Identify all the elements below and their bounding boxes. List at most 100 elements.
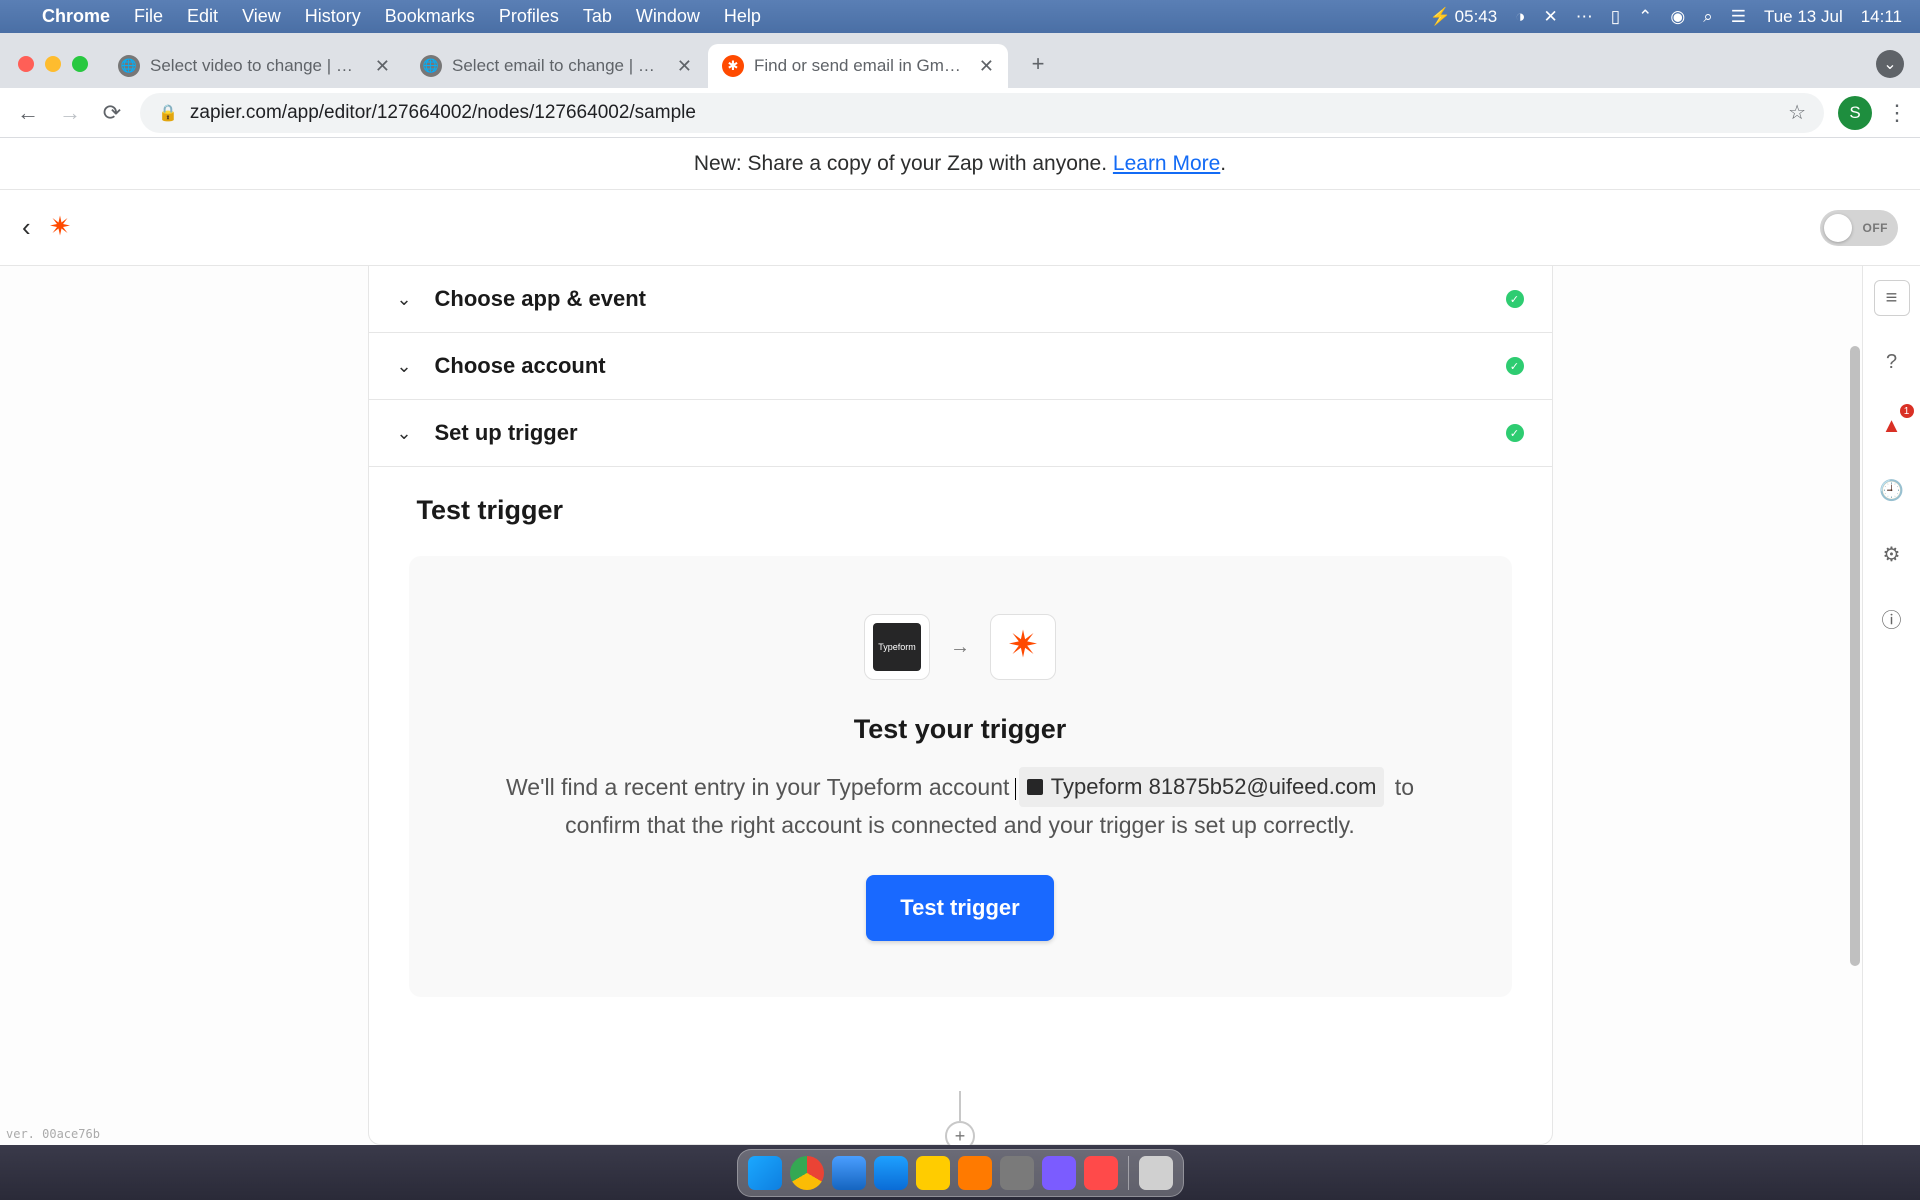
add-step-connector: + [945,1091,975,1145]
globe-icon: 🌐 [118,55,140,77]
typeform-app-icon: Typeform [864,614,930,680]
section-choose-app-event[interactable]: ⌄ Choose app & event ✓ [369,266,1552,333]
browser-tab-2[interactable]: 🌐 Select email to change | Djang ✕ [406,44,706,88]
tab-close-icon[interactable]: ✕ [375,56,390,77]
menubar-help[interactable]: Help [724,6,761,27]
dock-app-3[interactable] [832,1156,866,1190]
window-close-button[interactable] [18,56,34,72]
scrollbar[interactable] [1848,266,1862,1145]
tab-title: Select email to change | Djang [452,56,667,76]
dock-app-6[interactable] [958,1156,992,1190]
profile-avatar[interactable]: S [1838,96,1872,130]
menubar-edit[interactable]: Edit [187,6,218,27]
forward-button[interactable]: → [56,100,84,126]
test-box-description: We'll find a recent entry in your Typefo… [500,767,1420,845]
banner-text: New: Share a copy of your Zap with anyon… [694,152,1113,175]
menubar-profiles[interactable]: Profiles [499,6,559,27]
editor-header: ‹ OFF [0,190,1920,266]
siri-icon[interactable]: ☰ [1731,7,1746,27]
dock-app-9[interactable] [1084,1156,1118,1190]
info-icon[interactable]: ⓘ [1874,600,1910,636]
chrome-menu-button[interactable]: ⋮ [1886,100,1906,126]
banner-learn-more-link[interactable]: Learn More [1113,152,1220,175]
tab-close-icon[interactable]: ✕ [979,56,994,77]
menubar-file[interactable]: File [134,6,163,27]
zapier-app-icon [990,614,1056,680]
help-icon[interactable]: ? [1874,344,1910,380]
chevron-down-icon: ⌄ [397,356,417,377]
check-icon: ✓ [1506,290,1524,308]
url-text: zapier.com/app/editor/127664002/nodes/12… [190,102,696,124]
menubar-bookmarks[interactable]: Bookmarks [385,6,475,27]
chrome-toolbar: ← → ⟳ 🔒 zapier.com/app/editor/127664002/… [0,88,1920,138]
menubar-app-name[interactable]: Chrome [42,6,110,27]
toggle-label: OFF [1863,221,1889,235]
lock-icon[interactable]: 🔒 [158,103,178,123]
back-chevron-icon[interactable]: ‹ [22,212,31,243]
wifi-icon[interactable]: ⌃ [1638,7,1652,27]
version-label: ver. 00ace76b [6,1127,100,1141]
test-box-title: Test your trigger [449,714,1472,745]
add-step-button[interactable]: + [945,1121,975,1145]
dock-app-4[interactable] [874,1156,908,1190]
globe-icon: 🌐 [420,55,442,77]
test-trigger-button[interactable]: Test trigger [866,875,1053,941]
section-test-trigger: Test trigger Typeform → Test your trigge… [369,467,1552,1049]
app-flow-illustration: Typeform → [449,614,1472,680]
dock-separator [1128,1156,1129,1190]
menubar-clock[interactable]: 14:11 [1861,7,1902,27]
zap-step-card: ⌄ Choose app & event ✓ ⌄ Choose account … [368,266,1553,1145]
menubar-tab[interactable]: Tab [583,6,612,27]
dock-finder[interactable] [748,1156,782,1190]
status-icon-1[interactable]: ◑ [1515,7,1525,27]
status-icon-3[interactable]: ⋯ [1576,7,1593,27]
window-maximize-button[interactable] [72,56,88,72]
new-tab-button[interactable]: + [1020,46,1056,82]
browser-tab-3-active[interactable]: ✱ Find or send email in Gmail wh ✕ [708,44,1008,88]
spotlight-icon[interactable]: ⌕ [1703,7,1713,27]
menubar-date[interactable]: Tue 13 Jul [1764,7,1843,27]
address-bar[interactable]: 🔒 zapier.com/app/editor/127664002/nodes/… [140,93,1824,133]
status-icon-2[interactable]: ✕ [1543,7,1557,27]
dock-app-5[interactable] [916,1156,950,1190]
zap-enabled-toggle[interactable]: OFF [1820,210,1898,246]
browser-tab-1[interactable]: 🌐 Select video to change | Djang ✕ [104,44,404,88]
history-icon[interactable]: 🕘 [1874,472,1910,508]
test-trigger-heading: Test trigger [417,495,1512,526]
arrow-right-icon: → [950,636,970,659]
editor-workspace: ⌄ Choose app & event ✓ ⌄ Choose account … [0,266,1920,1145]
window-controls [18,56,88,72]
reload-button[interactable]: ⟳ [98,100,126,126]
alerts-icon[interactable]: ▲1 [1874,408,1910,444]
scrollbar-thumb[interactable] [1850,346,1860,966]
chevron-down-icon: ⌄ [397,423,417,444]
battery-icon[interactable]: ▯ [1611,7,1620,27]
bookmark-star-icon[interactable]: ☆ [1788,100,1806,125]
zapier-logo-icon[interactable] [45,213,75,243]
dock-chrome[interactable] [790,1156,824,1190]
battery-status[interactable]: ⚡05:43 [1429,7,1497,27]
back-button[interactable]: ← [14,100,42,126]
tab-close-icon[interactable]: ✕ [677,56,692,77]
dock-app-7[interactable] [1000,1156,1034,1190]
menubar-history[interactable]: History [305,6,361,27]
outline-icon[interactable]: ≡ [1874,280,1910,316]
announcement-banner: New: Share a copy of your Zap with anyon… [0,138,1920,190]
dock-trash[interactable] [1139,1156,1173,1190]
control-center-icon[interactable]: ◉ [1670,7,1685,27]
section-choose-account[interactable]: ⌄ Choose account ✓ [369,333,1552,400]
section-label: Choose app & event [435,286,646,312]
tab-overflow-button[interactable]: ⌄ [1876,50,1904,78]
menubar-window[interactable]: Window [636,6,700,27]
banner-text-after: . [1220,152,1226,175]
menubar-view[interactable]: View [242,6,281,27]
settings-gear-icon[interactable]: ⚙ [1874,536,1910,572]
check-icon: ✓ [1506,357,1524,375]
section-label: Choose account [435,353,606,379]
macos-dock [737,1149,1184,1197]
section-set-up-trigger[interactable]: ⌄ Set up trigger ✓ [369,400,1552,467]
chrome-tab-strip: 🌐 Select video to change | Djang ✕ 🌐 Sel… [0,33,1920,88]
dock-app-8[interactable] [1042,1156,1076,1190]
macos-menubar: Chrome File Edit View History Bookmarks … [0,0,1920,33]
window-minimize-button[interactable] [45,56,61,72]
